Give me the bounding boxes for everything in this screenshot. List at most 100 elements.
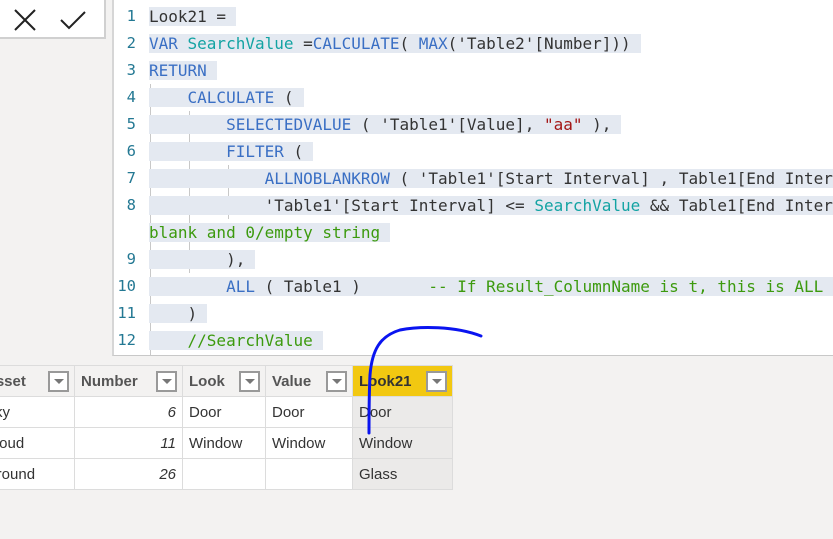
cell-look[interactable]: Window: [182, 427, 266, 459]
cell-value[interactable]: Door: [265, 396, 353, 428]
check-icon: [60, 11, 86, 30]
code-text: ),: [149, 250, 256, 269]
formula-actions: [0, 0, 106, 39]
code-line: SELECTEDVALUE ( 'Table1'[Value], "aa" ),: [149, 111, 622, 138]
table-row: Sky6DoorDoorDoor: [0, 396, 453, 428]
cell-number[interactable]: 26: [74, 458, 183, 490]
cell-asset[interactable]: Sky: [0, 396, 75, 428]
cell-number[interactable]: 11: [74, 427, 183, 459]
column-header-asset[interactable]: Asset: [0, 365, 75, 397]
column-header-number[interactable]: Number: [74, 365, 183, 397]
function: SELECTEDVALUE: [226, 115, 352, 134]
chevron-down-icon[interactable]: [326, 371, 347, 392]
table-row: Ground26 Glass: [0, 458, 453, 490]
line-number: 6: [126, 142, 136, 160]
function: ALLNOBLANKROW: [264, 169, 390, 188]
function: CALCULATE: [312, 34, 400, 53]
cell-look21[interactable]: Window: [352, 427, 453, 459]
code-text: ( 'Table1'[Value],: [351, 115, 544, 134]
line-number: 7: [126, 169, 136, 187]
chevron-down-icon[interactable]: [48, 371, 69, 392]
line-number: 11: [117, 304, 136, 322]
code-line: CALCULATE (: [149, 84, 304, 111]
keyword: RETURN: [149, 61, 217, 80]
column-label: Asset: [0, 372, 26, 390]
chevron-down-icon[interactable]: [426, 371, 447, 392]
cell-value[interactable]: Window: [265, 427, 353, 459]
code-text: 'Table1'[Start Interval] <=: [149, 196, 535, 215]
line-number: 1: [126, 7, 136, 25]
column-header-look[interactable]: Look: [182, 365, 266, 397]
code-text: Look21 =: [149, 7, 237, 26]
code-text: ): [149, 304, 208, 323]
code-text: (: [283, 142, 304, 161]
column-header-look21[interactable]: Look21: [352, 365, 453, 397]
dax-formula-editor[interactable]: 1 2 3 4 5 6 7 8 9 10 11 12 Look21 = VAR …: [112, 0, 833, 356]
cell-look21[interactable]: Door: [352, 396, 453, 428]
chevron-down-icon[interactable]: [239, 371, 260, 392]
table-header: Asset Number Look Value Look21: [0, 365, 453, 397]
table-row: Cloud11WindowWindowWindow: [0, 427, 453, 459]
cell-look[interactable]: [182, 458, 266, 490]
comment: -- If Result_ColumnName is t, this is AL…: [428, 277, 824, 296]
code-text: ( 'Table1'[Start Interval] , Table1[End …: [399, 169, 833, 188]
code-line: ),: [149, 246, 256, 273]
code-line: ): [149, 300, 208, 327]
line-number: 10: [117, 277, 136, 295]
function: CALCULATE: [187, 88, 275, 107]
cell-asset[interactable]: Ground: [0, 458, 75, 490]
commit-button[interactable]: [59, 6, 87, 34]
x-icon: [14, 9, 36, 31]
code-line: FILTER (: [149, 138, 314, 165]
data-table: Asset Number Look Value Look21 Sky6DoorD…: [0, 365, 453, 490]
code-text: ('Table2'[Number])): [447, 34, 631, 53]
code-line: //SearchValue: [149, 327, 323, 354]
code-text: ( Table1 ): [254, 277, 429, 296]
line-number: 8: [126, 196, 136, 214]
code-text: && Table1[End Interval] >=: [649, 196, 833, 215]
code-text: (: [399, 34, 419, 53]
code-line: Look21 =: [149, 3, 237, 30]
code-line: VAR SearchValue =CALCULATE( MAX('Table2'…: [149, 30, 641, 57]
code-text: (: [274, 88, 294, 107]
code-line: RETURN: [149, 57, 217, 84]
comment: blank and 0/empty string: [149, 223, 391, 242]
column-label: Look: [189, 372, 225, 390]
cancel-button[interactable]: [11, 6, 39, 34]
line-number: 2: [126, 34, 136, 52]
function: FILTER: [226, 142, 284, 161]
code-line-wrap: blank and 0/empty string: [149, 219, 391, 246]
cell-value[interactable]: [265, 458, 353, 490]
line-number: 3: [126, 61, 136, 79]
line-number: 5: [126, 115, 136, 133]
cell-asset[interactable]: Cloud: [0, 427, 75, 459]
function: ALL: [226, 277, 255, 296]
code-line: ALLNOBLANKROW ( 'Table1'[Start Interval]…: [149, 165, 833, 192]
column-header-value[interactable]: Value: [265, 365, 353, 397]
code-text: =: [293, 34, 313, 53]
line-number: 4: [126, 88, 136, 106]
variable: SearchValue: [187, 34, 294, 53]
cell-look21[interactable]: Glass: [352, 458, 453, 490]
comment: //SearchValue: [187, 331, 313, 350]
function: MAX: [418, 34, 448, 53]
line-number: 12: [117, 331, 136, 349]
cell-number[interactable]: 6: [74, 396, 183, 428]
cell-look[interactable]: Door: [182, 396, 266, 428]
code-line: 'Table1'[Start Interval] <= SearchValue …: [149, 192, 833, 219]
string: "aa": [543, 115, 583, 134]
column-label: Number: [81, 372, 138, 390]
code-text: ),: [582, 115, 612, 134]
keyword: VAR: [149, 34, 188, 53]
variable: SearchValue: [534, 196, 641, 215]
chevron-down-icon[interactable]: [156, 371, 177, 392]
column-label: Value: [272, 372, 312, 390]
code-line: ALL ( Table1 ) -- If Result_ColumnName i…: [149, 273, 833, 300]
line-number: 9: [126, 250, 136, 268]
